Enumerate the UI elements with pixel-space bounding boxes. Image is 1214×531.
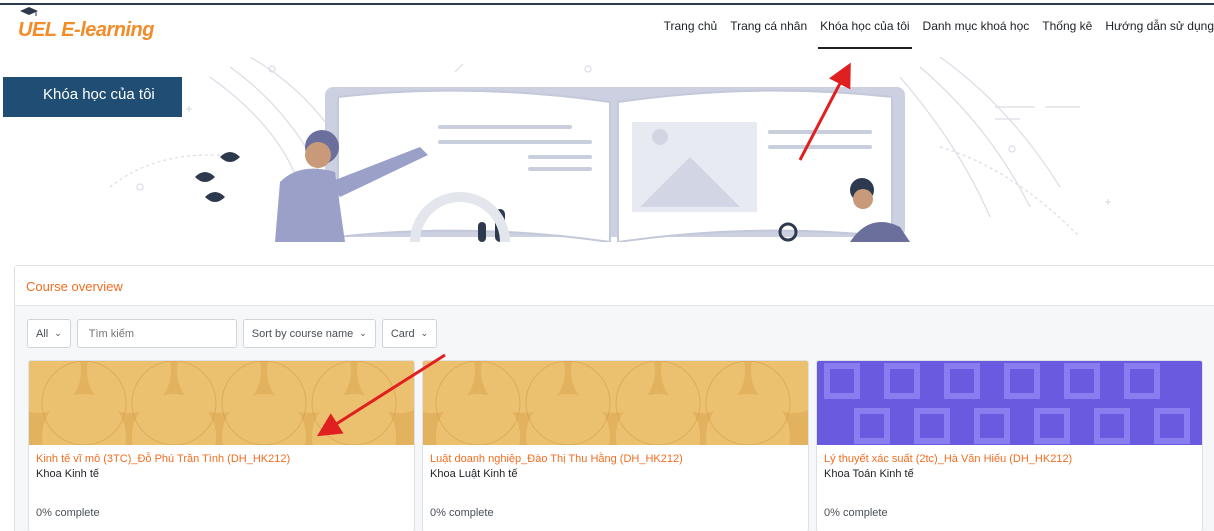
course-overview-block: Course overview All ⌄ Sort by course nam… bbox=[14, 265, 1214, 531]
nav-my-courses[interactable]: Khóa học của tôi bbox=[818, 7, 912, 57]
course-cards: Kinh tế vĩ mô (3TC)_Đỗ Phú Trần Tình (DH… bbox=[28, 360, 1210, 531]
page-title: Khóa học của tôi bbox=[3, 77, 182, 117]
course-title-link[interactable]: Luật doanh nghiệp_Đào Thị Thu Hằng (DH_H… bbox=[430, 453, 801, 465]
course-title-link[interactable]: Lý thuyết xác suất (2tc)_Hà Văn Hiếu (DH… bbox=[824, 453, 1195, 465]
course-card[interactable]: Luật doanh nghiệp_Đào Thị Thu Hằng (DH_H… bbox=[422, 360, 809, 531]
nav-home[interactable]: Trang chủ bbox=[664, 7, 718, 57]
course-category: Khoa Kinh tế bbox=[36, 468, 99, 480]
logo-text: UEL E-learning bbox=[18, 18, 155, 41]
course-progress: 0% complete bbox=[36, 507, 100, 519]
nav-statistics[interactable]: Thống kê bbox=[1042, 7, 1092, 57]
search-input[interactable] bbox=[76, 319, 237, 348]
course-image[interactable] bbox=[29, 361, 414, 445]
view-dropdown-label: Card bbox=[390, 327, 415, 340]
course-image[interactable] bbox=[817, 361, 1202, 445]
course-progress: 0% complete bbox=[430, 507, 494, 519]
course-card[interactable]: Lý thuyết xác suất (2tc)_Hà Văn Hiếu (DH… bbox=[816, 360, 1203, 531]
banner-illustration bbox=[109, 57, 1111, 242]
sort-dropdown-label: Sort by course name bbox=[251, 327, 354, 340]
chevron-down-icon: ⌄ bbox=[359, 328, 367, 338]
course-card[interactable]: Kinh tế vĩ mô (3TC)_Đỗ Phú Trần Tình (DH… bbox=[28, 360, 415, 531]
page-banner: Khóa học của tôi bbox=[0, 57, 1214, 242]
course-toolbar: All ⌄ Sort by course name ⌄ Card ⌄ bbox=[27, 319, 443, 348]
course-progress: 0% complete bbox=[824, 507, 888, 519]
filter-dropdown[interactable]: All ⌄ bbox=[27, 319, 71, 348]
view-dropdown[interactable]: Card ⌄ bbox=[381, 319, 438, 348]
graduation-cap-icon bbox=[20, 7, 38, 16]
sort-dropdown[interactable]: Sort by course name ⌄ bbox=[242, 319, 376, 348]
course-category: Khoa Luật Kinh tế bbox=[430, 468, 518, 480]
top-strip bbox=[0, 0, 1214, 5]
nav-course-catalog[interactable]: Danh mục khoá học bbox=[923, 7, 1030, 57]
nav-user-guide[interactable]: Hướng dẫn sử dụng bbox=[1105, 7, 1214, 57]
course-title-link[interactable]: Kinh tế vĩ mô (3TC)_Đỗ Phú Trần Tình (DH… bbox=[36, 453, 407, 465]
chevron-down-icon: ⌄ bbox=[54, 328, 62, 338]
filter-dropdown-label: All bbox=[36, 327, 49, 340]
main-nav: Trang chủ Trang cá nhân Khóa học của tôi… bbox=[651, 7, 1214, 57]
site-logo[interactable]: UEL E-learning bbox=[18, 7, 155, 50]
navbar: UEL E-learning Trang chủ Trang cá nhân K… bbox=[0, 7, 1214, 57]
course-image[interactable] bbox=[423, 361, 808, 445]
course-overview-heading: Course overview bbox=[15, 266, 1214, 306]
chevron-down-icon: ⌄ bbox=[420, 328, 429, 338]
nav-profile[interactable]: Trang cá nhân bbox=[730, 7, 807, 57]
course-category: Khoa Toán Kinh tế bbox=[824, 468, 914, 480]
